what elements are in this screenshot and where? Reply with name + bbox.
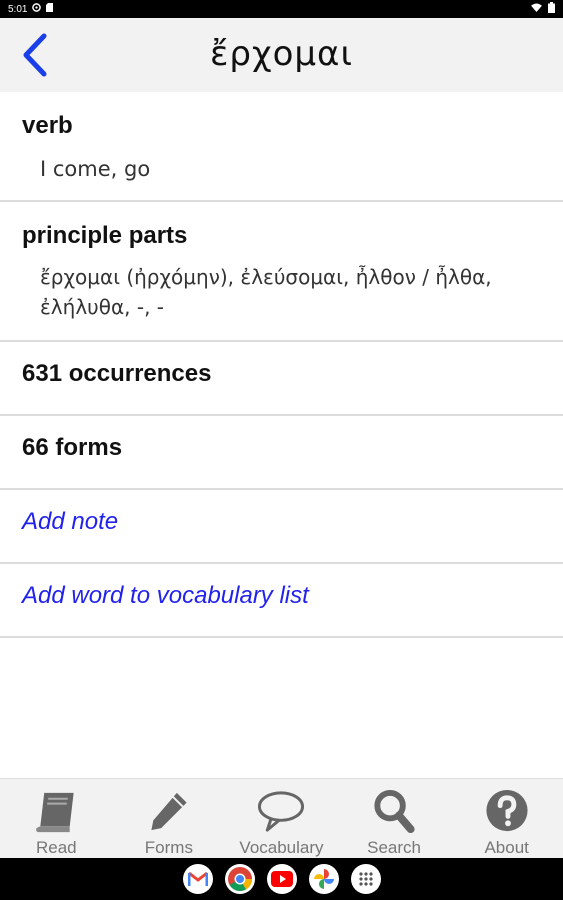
chrome-icon[interactable] [224,864,255,894]
tab-forms[interactable]: Forms [113,779,226,858]
status-bar: 5:01 [0,0,563,18]
tab-vocabulary-label: Vocabulary [239,838,324,857]
forms-label: 66 forms [22,434,123,461]
principal-parts-label: principle parts [22,222,188,249]
youtube-icon[interactable] [266,864,297,894]
wifi-icon [531,3,542,15]
tab-read-label: Read [35,838,77,857]
pencil-icon [151,792,187,831]
principal-parts-line-1: ἔρχομαι (ἠρχόμην), ἐλεύσομαι, ἦλθον / ἦλ… [40,265,492,289]
tab-forms-label: Forms [144,838,193,857]
add-to-vocabulary-link[interactable]: Add word to vocabulary list [22,582,541,610]
app-header: ἔρχομαι [0,18,563,92]
gloss-text: I come, go [40,157,151,181]
bottom-tab-bar: Read Forms Vocabulary Search About [0,778,563,858]
gmail-icon[interactable] [182,864,213,894]
principal-parts-section: principle parts ἔρχομαι (ἠρχόμην), ἐλεύσ… [0,202,563,342]
add-vocab-row: Add word to vocabulary list [0,564,563,638]
system-nav-bar [0,858,563,900]
tab-read[interactable]: Read [0,779,113,858]
speech-bubble-icon [258,791,305,832]
forms-row[interactable]: 66 forms [0,416,563,490]
tab-about-label: About [484,838,529,857]
occurrences-row[interactable]: 631 occurrences [0,342,563,416]
word-details: verb I come, go principle parts ἔρχομαι … [0,92,563,638]
photos-icon[interactable] [308,864,339,894]
tab-search-label: Search [367,838,422,857]
search-icon [374,789,415,834]
tab-about[interactable]: About [450,779,563,858]
part-of-speech-section: verb I come, go [0,92,563,202]
book-icon [36,792,74,833]
app-drawer-icon[interactable] [350,864,381,894]
status-time: 5:01 [8,3,28,15]
tab-search[interactable]: Search [338,779,451,858]
settings-status-icon [32,3,42,15]
sim-status-icon [46,3,54,15]
question-icon [486,789,528,832]
page-title: ἔρχομαι [210,34,353,74]
tab-vocabulary[interactable]: Vocabulary [225,779,338,858]
occurrences-label: 631 occurrences [22,360,212,387]
add-note-row: Add note [0,490,563,564]
add-note-link[interactable]: Add note [22,508,541,536]
principal-parts-text: ἔρχομαι (ἠρχόμην), ἐλεύσομαι, ἦλθον / ἦλ… [22,262,541,322]
part-of-speech-label: verb [22,112,73,139]
principal-parts-line-2: ἐλήλυθα, -, - [40,295,165,319]
battery-icon [548,2,555,16]
